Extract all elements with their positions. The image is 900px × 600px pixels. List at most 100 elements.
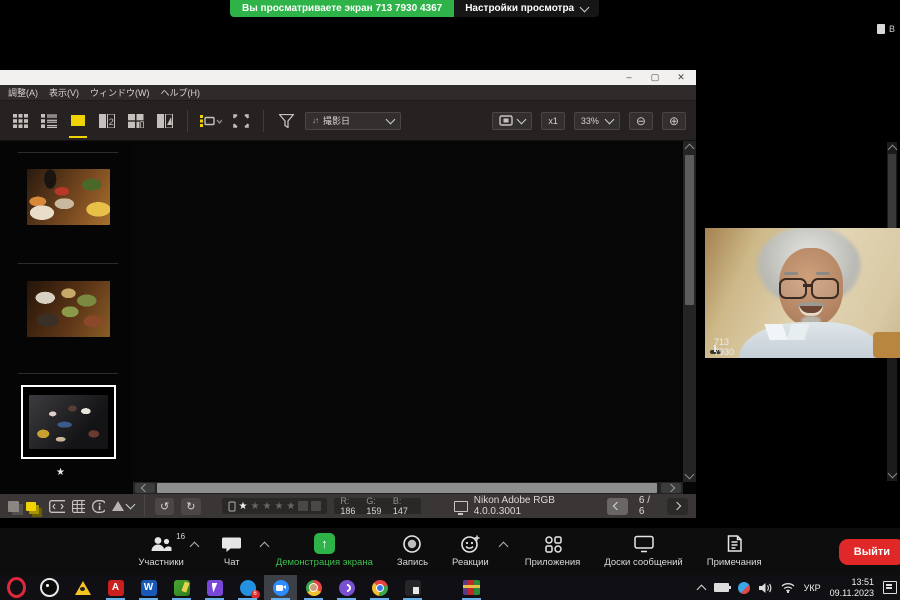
menu-help[interactable]: ヘルプ(H) [161,86,201,99]
image-and-metadata-view-button[interactable]: 2 [97,109,117,133]
taskbar-winrar-icon[interactable] [455,575,488,600]
screen-view-banner: Вы просматриваете экран 713 7930 4367 На… [230,0,599,17]
menu-window[interactable]: ウィンドウ(W) [90,86,150,99]
notes-button[interactable]: Примечания [707,532,762,575]
volume-icon[interactable] [759,582,772,594]
clock[interactable]: 13:51 09.11.2023 [830,577,874,599]
redo-icon: ↻ [186,500,195,513]
chevron-up-icon[interactable] [498,542,508,552]
battery-icon[interactable] [714,583,729,592]
star-icon[interactable]: ★ [286,501,295,512]
fit-to-screen-dropdown[interactable] [492,112,532,130]
info-icon[interactable] [92,500,105,513]
image-edit-view-button[interactable] [155,109,175,133]
star-icon-filled[interactable]: ★ [239,501,248,512]
taskbar-purple-app-icon[interactable] [198,575,231,600]
star-icon[interactable]: ★ [251,501,260,512]
participant-video-tile[interactable]: 713 7930 4367 [705,228,900,358]
scroll-left-button[interactable] [135,483,155,493]
thumbnail-3-selected[interactable] [21,385,116,459]
star-icon[interactable]: ★ [262,501,271,512]
combined-view-button[interactable] [126,109,146,133]
toolbar-separator [263,110,264,132]
zoom-in-button[interactable]: ⊕ [662,112,686,130]
taskbar-chrome-icon[interactable] [363,575,396,600]
apps-button[interactable]: Приложения [525,532,581,575]
minimize-button[interactable]: – [616,70,642,85]
chevron-left-icon [613,502,621,510]
apps-label: Приложения [525,557,581,568]
taskbar-acrobat-icon[interactable]: A [99,575,132,600]
whiteboards-button[interactable]: Доски сообщений [604,532,682,575]
single-image-view-button[interactable] [68,109,88,133]
tray-expand-icon[interactable] [696,584,706,594]
taskbar-recorder-icon[interactable] [33,575,66,600]
chevron-up-icon[interactable] [259,542,269,552]
scroll-right-button[interactable] [661,483,681,493]
wifi-icon[interactable] [781,582,795,593]
rating-option-button[interactable] [311,501,321,511]
next-image-button[interactable] [667,498,688,515]
taskbar-zoom-icon[interactable] [264,575,297,600]
filter-funnel-icon[interactable] [276,109,296,133]
top-right-view-control[interactable]: В [877,24,895,34]
palette-dropdown-button[interactable] [200,109,222,133]
zoom-out-button[interactable]: ⊖ [629,112,653,130]
view-settings-button[interactable]: Настройки просмотра [454,0,599,17]
scrollbar-thumb[interactable] [685,155,694,305]
list-view-button[interactable] [39,109,59,133]
thumbnail-2[interactable] [27,281,110,337]
record-button[interactable]: Запись [397,532,428,575]
scrollbar-thumb[interactable] [157,483,657,493]
chat-button[interactable]: Чат [222,532,242,575]
scroll-down-icon[interactable] [888,469,898,479]
chevron-down-icon [604,114,614,124]
close-button[interactable]: ✕ [668,70,694,85]
rating-panel[interactable]: ★ ★ ★ ★ ★ [222,498,328,514]
weather-app-icon[interactable] [738,582,750,594]
previous-image-button[interactable] [607,498,628,515]
participants-button[interactable]: 16 Участники [138,532,183,575]
taskbar-opera-icon[interactable] [0,575,33,600]
taskbar-editor-icon[interactable] [165,575,198,600]
histogram-dropdown[interactable] [112,501,134,511]
redo-button[interactable]: ↻ [181,498,200,515]
compare-images-icon[interactable] [26,502,36,511]
scroll-up-icon[interactable] [888,145,898,155]
photo-vertical-scrollbar[interactable] [683,141,696,482]
rating-option-button[interactable] [298,501,308,511]
taskbar-dark-app-icon[interactable] [396,575,429,600]
taskbar-viber-icon[interactable] [330,575,363,600]
app-titlebar[interactable]: – ▢ ✕ [0,70,696,85]
menu-adjust[interactable]: 調整(A) [8,86,38,99]
photo-horizontal-scrollbar[interactable] [133,482,683,494]
r-label: R: [340,496,349,506]
taskbar-word-icon[interactable]: W [132,575,165,600]
scroll-up-icon[interactable] [685,144,695,154]
zoom-1x-button[interactable]: x1 [541,112,565,130]
scroll-down-icon[interactable] [685,470,695,480]
menu-view[interactable]: 表示(V) [49,86,79,99]
taskbar-avast-icon[interactable] [66,575,99,600]
metadata-brackets-icon[interactable] [49,500,65,513]
undo-button[interactable]: ↺ [155,498,174,515]
g-value: 159 [366,506,381,516]
zoom-level-dropdown[interactable]: 33% [574,112,620,130]
thumbnail-grid-view-button[interactable] [10,109,30,133]
chevron-up-icon[interactable] [190,542,200,552]
taskbar-mail-badge-icon[interactable]: 6 [231,575,264,600]
notification-center-icon[interactable] [883,581,897,594]
language-indicator[interactable]: УКР [804,583,821,593]
sort-order-dropdown[interactable]: ↓↑ 撮影日 [305,112,401,130]
fullscreen-expand-icon[interactable] [231,109,251,133]
grid-table-icon[interactable] [72,500,85,513]
star-icon[interactable]: ★ [274,501,283,512]
taskbar-browser-profile-icon[interactable] [297,575,330,600]
maximize-button[interactable]: ▢ [642,70,668,85]
share-screen-button[interactable]: ↑ Демонстрация экрана [276,532,373,575]
reactions-button[interactable]: Реакции [452,532,489,575]
duplicate-image-icon[interactable] [8,501,19,512]
image-page-indicator: 6 / 6 [639,495,656,517]
leave-meeting-button[interactable]: Выйти [839,539,900,565]
thumbnail-1[interactable] [27,169,110,225]
